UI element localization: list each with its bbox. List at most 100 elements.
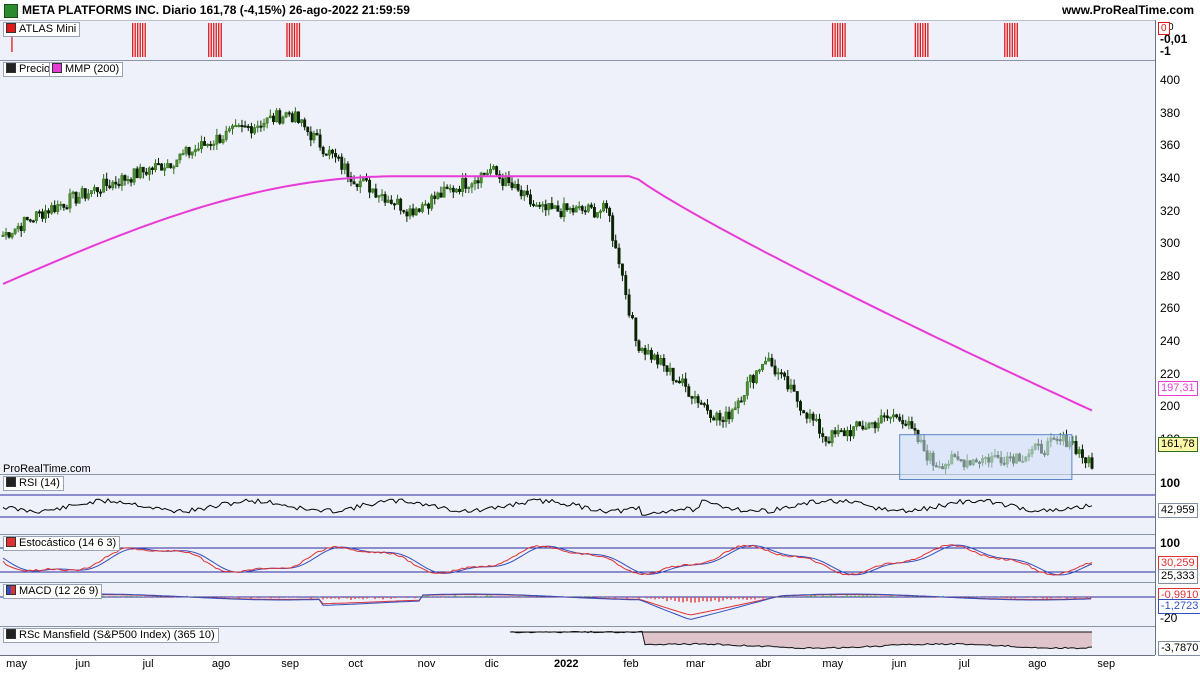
candle: [779, 372, 783, 375]
candle: [706, 404, 709, 411]
candle: [275, 110, 279, 122]
candle: [433, 195, 437, 199]
candle: [870, 422, 874, 425]
candle: [907, 421, 911, 426]
x-tick: mar: [685, 658, 705, 670]
candle: [315, 133, 319, 136]
price-tick: 200: [1160, 399, 1181, 414]
candle: [268, 115, 272, 119]
candle: [608, 207, 612, 216]
ma-label-text: MMP (200): [65, 63, 120, 75]
candle: [873, 422, 877, 429]
candle: [86, 193, 90, 199]
candle: [340, 156, 344, 170]
candle: [290, 113, 294, 123]
candle: [337, 156, 341, 159]
candle: [203, 141, 206, 146]
price-tick: 220: [1160, 366, 1181, 381]
ma-label[interactable]: MMP (200): [49, 62, 124, 77]
candle: [334, 153, 337, 158]
candle: [231, 125, 234, 129]
candle: [715, 412, 719, 421]
ma-value: 197,31: [1158, 381, 1198, 396]
candle: [889, 416, 892, 419]
candle: [120, 175, 124, 186]
x-tick: sep: [281, 658, 299, 670]
candle: [262, 122, 266, 128]
candle: [640, 348, 644, 351]
rsi-label[interactable]: RSI (14): [3, 476, 64, 491]
candle: [405, 211, 409, 217]
candle: [445, 186, 449, 189]
candle: [602, 203, 605, 212]
candle: [730, 409, 734, 420]
candle: [516, 183, 520, 191]
candle: [513, 183, 517, 188]
candle: [792, 384, 796, 392]
candle: [154, 163, 157, 171]
candle: [643, 348, 647, 355]
x-tick: jul: [958, 658, 970, 670]
candle: [147, 167, 151, 175]
candle: [224, 130, 228, 140]
candle: [272, 115, 275, 122]
candle: [253, 127, 257, 134]
candle: [867, 423, 871, 429]
candle: [656, 354, 660, 365]
candle: [321, 147, 325, 155]
candle: [583, 210, 587, 213]
rsi-swatch: [6, 477, 16, 487]
price-label[interactable]: Precio: [3, 62, 55, 77]
price-swatch: [6, 63, 16, 73]
macd-label[interactable]: MACD (12 26 9): [3, 584, 103, 599]
candle: [83, 188, 87, 199]
candle: [519, 189, 523, 197]
candle: [718, 412, 722, 421]
candle: [659, 358, 663, 365]
candle: [898, 416, 902, 421]
candle: [580, 206, 584, 211]
candle: [371, 188, 375, 193]
candle: [879, 415, 883, 424]
chart-icon: [4, 4, 18, 18]
atlas-value: 0: [1158, 22, 1170, 35]
mansfield-value: -3,7870: [1158, 641, 1200, 656]
candle: [451, 187, 455, 193]
candle: [287, 112, 291, 115]
ma-200-line: [2, 175, 1093, 412]
candle: [300, 119, 304, 123]
candle: [1087, 457, 1091, 464]
atlas-label[interactable]: ATLAS Mini: [3, 22, 81, 37]
candle: [712, 417, 716, 421]
candle: [556, 205, 560, 212]
candle: [864, 427, 868, 430]
mansfield-label[interactable]: RSc Mansfield (S&P500 Index) (365 10): [3, 628, 219, 643]
consolidation-box: [899, 434, 1073, 480]
candle: [492, 166, 496, 170]
candle: [574, 206, 578, 213]
candle: [473, 180, 477, 185]
candle: [858, 421, 862, 427]
candle: [396, 198, 400, 205]
candle: [699, 402, 703, 405]
candle: [284, 112, 288, 118]
chart-svg: [0, 23, 1155, 650]
candle: [690, 396, 694, 399]
candle: [702, 403, 706, 406]
stoch-label[interactable]: Estocástico (14 6 3): [3, 536, 121, 551]
candle: [571, 208, 575, 213]
candle: [895, 414, 899, 418]
x-tick: dic: [484, 658, 499, 670]
candle: [62, 204, 66, 208]
candle: [882, 415, 886, 418]
candle: [365, 178, 368, 181]
candle: [458, 188, 461, 192]
candle: [559, 211, 563, 218]
candle: [733, 407, 737, 411]
candle: [1, 234, 5, 237]
x-tick: ago: [1028, 658, 1047, 670]
site-link[interactable]: www.ProRealTime.com: [1062, 3, 1194, 17]
candle: [553, 205, 557, 209]
candle: [166, 163, 170, 169]
x-tick: may: [6, 658, 27, 670]
